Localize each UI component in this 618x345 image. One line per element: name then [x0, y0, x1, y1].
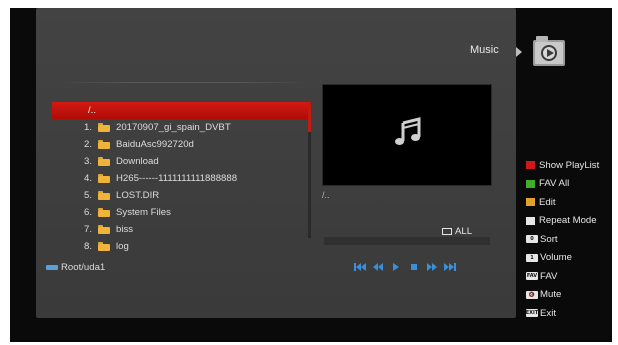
key-0-icon: 0 — [526, 235, 538, 244]
stop-icon[interactable] — [408, 262, 420, 272]
playback-progress-bar[interactable] — [324, 237, 490, 245]
fav-key-icon: FAV — [526, 272, 538, 281]
legend-exit[interactable]: EXIT Exit — [526, 304, 599, 323]
item-number: 7. — [83, 224, 92, 235]
skip-back-icon[interactable] — [354, 262, 366, 272]
legend-label: Volume — [540, 252, 572, 264]
usb-drive-icon — [46, 265, 58, 270]
list-item[interactable]: 5. LOST.DIR — [52, 187, 310, 204]
legend-label: Sort — [540, 233, 558, 245]
item-number: 6. — [83, 207, 92, 218]
path-label: Root/uda1 — [61, 262, 106, 273]
item-number: 5. — [83, 190, 92, 201]
legend-label: Exit — [540, 307, 556, 319]
legend-label: Show PlayList — [539, 159, 600, 171]
key-1-icon: 1 — [526, 253, 538, 262]
item-name: System Files — [116, 207, 171, 218]
transport-controls — [354, 262, 456, 272]
list-item[interactable]: 4. H265------1111111111888888 — [52, 170, 310, 187]
item-number: 8. — [83, 241, 92, 252]
legend-label: Edit — [539, 196, 556, 208]
section-title: Music — [470, 44, 499, 56]
item-name: log — [116, 241, 129, 252]
exit-key-icon: EXIT — [525, 309, 539, 318]
folder-icon — [98, 140, 110, 149]
yellow-key-icon — [526, 198, 535, 207]
skip-forward-icon[interactable] — [444, 262, 456, 272]
media-player-icon — [533, 36, 565, 66]
legend-label: Repeat Mode — [539, 215, 597, 227]
divider — [60, 82, 308, 83]
key-legend: Show PlayList FAV All Edit Repeat Mode 0… — [526, 156, 600, 323]
legend-fav-all[interactable]: FAV All — [526, 175, 599, 194]
repeat-mode-label: ALL — [455, 226, 473, 237]
parent-directory-label: /.. — [88, 105, 96, 116]
legend-sort[interactable]: 0 Sort — [526, 230, 599, 249]
file-list: /.. 1. 20170907_gi_spain_DVBT 2. BaiduAs… — [52, 102, 310, 255]
red-key-icon — [526, 161, 535, 170]
music-note-icon — [395, 117, 421, 145]
legend-show-playlist[interactable]: Show PlayList — [526, 156, 599, 175]
item-name: 20170907_gi_spain_DVBT — [116, 122, 231, 133]
play-icon[interactable] — [390, 262, 402, 272]
list-item[interactable]: 6. System Files — [52, 204, 310, 221]
item-name: H265------1111111111888888 — [116, 173, 238, 184]
repeat-mode-indicator: ALL — [442, 226, 472, 237]
folder-icon — [98, 208, 110, 217]
white-key-icon — [526, 216, 535, 225]
item-number: 4. — [83, 173, 92, 184]
rewind-icon[interactable] — [372, 262, 384, 272]
item-number: 3. — [83, 156, 92, 167]
item-name: Download — [116, 156, 159, 167]
preview-window — [322, 84, 492, 186]
item-name: biss — [116, 224, 134, 235]
parent-directory-row[interactable]: /.. — [52, 102, 310, 119]
folder-icon — [98, 157, 110, 166]
legend-mute[interactable]: 🔇 Mute — [526, 286, 599, 305]
scrollbar-thumb[interactable] — [308, 102, 311, 132]
chevron-right-icon — [516, 47, 522, 57]
folder-icon — [98, 242, 110, 251]
folder-icon — [98, 225, 110, 234]
list-item[interactable]: 8. log — [52, 238, 310, 255]
item-name: LOST.DIR — [116, 190, 160, 201]
folder-icon — [98, 174, 110, 183]
legend-volume[interactable]: 1 Volume — [526, 249, 599, 268]
folder-icon — [98, 123, 110, 132]
legend-label: FAV All — [539, 178, 570, 190]
mute-key-icon: 🔇 — [526, 290, 538, 299]
legend-repeat-mode[interactable]: Repeat Mode — [526, 212, 599, 231]
list-scrollbar[interactable] — [308, 102, 311, 238]
fast-forward-icon[interactable] — [426, 262, 438, 272]
legend-fav[interactable]: FAV FAV — [526, 267, 599, 286]
current-path: Root/uda1 — [46, 262, 105, 273]
list-item[interactable]: 2. BaiduAsc992720d — [52, 136, 310, 153]
repeat-icon — [442, 228, 452, 235]
item-number: 1. — [83, 122, 92, 133]
folder-icon — [98, 191, 110, 200]
preview-path: /.. — [322, 190, 330, 200]
legend-label: FAV — [540, 270, 558, 282]
legend-edit[interactable]: Edit — [526, 193, 599, 212]
item-number: 2. — [83, 139, 92, 150]
green-key-icon — [526, 179, 535, 188]
list-item[interactable]: 1. 20170907_gi_spain_DVBT — [52, 119, 310, 136]
legend-label: Mute — [540, 289, 562, 301]
list-item[interactable]: 3. Download — [52, 153, 310, 170]
list-item[interactable]: 7. biss — [52, 221, 310, 238]
item-name: BaiduAsc992720d — [116, 139, 194, 150]
